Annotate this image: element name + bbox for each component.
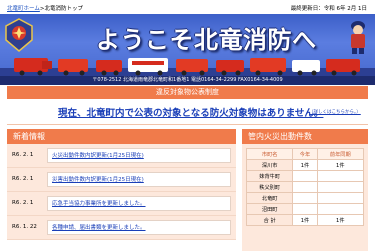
- this-year-cell: [292, 170, 318, 182]
- violation-disclosure-panel: 現在、北竜町内で公表の対象となる防火対象物はありません。 （詳しくはこちらから。…: [7, 99, 368, 125]
- news-date: R6. 1. 22: [12, 224, 37, 230]
- this-year-cell: [292, 192, 318, 204]
- fire-stats-table-wrap: 市町名 今年 前年同期 深川市 1件 1件 妹背牛町 秩父別町 北竜町 沼田町 …: [242, 144, 368, 251]
- news-item: R6. 2. 1 応急手当協力事業所を更新しました。: [7, 192, 236, 216]
- fire-stats-heading: 管内火災出動件数: [242, 129, 368, 144]
- fire-stats-table: 市町名 今年 前年同期 深川市 1件 1件 妹背牛町 秩父別町 北竜町 沼田町 …: [245, 148, 365, 226]
- news-link[interactable]: 火災出動件数内訳更新(1月25日現在): [47, 148, 231, 163]
- last-year-cell: [316, 181, 365, 193]
- fire-department-emblem-icon: [5, 18, 33, 52]
- last-year-cell: 1件: [316, 214, 365, 226]
- fire-stats-panel: 管内火災出動件数 市町名 今年 前年同期 深川市 1件 1件 妹背牛町 秩父別町: [242, 129, 368, 251]
- table-row: 沼田町: [245, 203, 365, 215]
- this-year-cell: [292, 181, 318, 193]
- address-bar: 〒078-2512 北海道雨竜郡北竜町和1番地1 電話0164-34-2299 …: [0, 76, 375, 85]
- news-panel: 新着情報 R6. 2. 1 火災出動件数内訳更新(1月25日現在) R6. 2.…: [7, 129, 236, 251]
- municipality-cell: 深川市: [245, 159, 294, 171]
- fire-trucks-illustration-icon: [0, 58, 375, 76]
- column-header: 今年: [292, 148, 318, 160]
- column-header: 前年同期: [316, 148, 365, 160]
- news-item: R6. 1. 22 各種申請、届出書類を更新しました。: [7, 216, 236, 240]
- breadcrumb: 北竜町ホーム>北竜消防トップ: [7, 4, 83, 12]
- table-header-row: 市町名 今年 前年同期: [245, 148, 365, 160]
- municipality-cell: 沼田町: [245, 203, 294, 215]
- last-year-cell: [316, 192, 365, 204]
- table-total-row: 合 計 1件 1件: [245, 214, 365, 226]
- firefighter-mascot-icon: [351, 21, 365, 54]
- municipality-cell: 妹背牛町: [245, 170, 294, 182]
- header-banner: ようこそ北竜消防へ 〒078-2512 北海道雨竜郡北竜町和1番地1 電話016…: [0, 14, 375, 85]
- news-item: R6. 2. 1 災害出動件数内訳更新(1月25日現在): [7, 168, 236, 192]
- municipality-cell: 北竜町: [245, 192, 294, 204]
- total-label-cell: 合 計: [245, 214, 294, 226]
- news-date: R6. 2. 1: [12, 176, 34, 182]
- this-year-cell: 1件: [292, 159, 318, 171]
- last-year-cell: [316, 170, 365, 182]
- news-link[interactable]: 応急手当協力事業所を更新しました。: [47, 196, 231, 211]
- banner-title: ようこそ北竜消防へ: [96, 26, 317, 54]
- violation-disclosure-heading: 違反対象物公表制度: [7, 86, 368, 99]
- last-year-cell: 1件: [316, 159, 365, 171]
- top-bar: 北竜町ホーム>北竜消防トップ 最終更新日：令和 6年 2月 1日: [0, 0, 375, 14]
- this-year-cell: [292, 203, 318, 215]
- table-row: 深川市 1件 1件: [245, 159, 365, 171]
- news-date: R6. 2. 1: [12, 152, 34, 158]
- column-header: 市町名: [245, 148, 294, 160]
- news-link[interactable]: 災害出動件数内訳更新(1月25日現在): [47, 172, 231, 187]
- news-heading: 新着情報: [7, 129, 236, 144]
- violation-status-link[interactable]: 現在、北竜町内で公表の対象となる防火対象物はありません。: [58, 105, 323, 119]
- breadcrumb-current: 北竜消防トップ: [44, 6, 83, 12]
- news-item: R6. 2. 1 火災出動件数内訳更新(1月25日現在): [7, 144, 236, 168]
- table-row: 妹背牛町: [245, 170, 365, 182]
- table-row: 秩父別町: [245, 181, 365, 193]
- news-date: R6. 2. 1: [12, 200, 34, 206]
- violation-details-link[interactable]: （詳しくはこちらから。）: [309, 109, 361, 115]
- breadcrumb-home-link[interactable]: 北竜町ホーム: [7, 6, 40, 12]
- last-year-cell: [316, 203, 365, 215]
- this-year-cell: 1件: [292, 214, 318, 226]
- municipality-cell: 秩父別町: [245, 181, 294, 193]
- news-link[interactable]: 各種申請、届出書類を更新しました。: [47, 220, 231, 235]
- table-row: 北竜町: [245, 192, 365, 204]
- last-updated-date: 最終更新日：令和 6年 2月 1日: [290, 6, 367, 12]
